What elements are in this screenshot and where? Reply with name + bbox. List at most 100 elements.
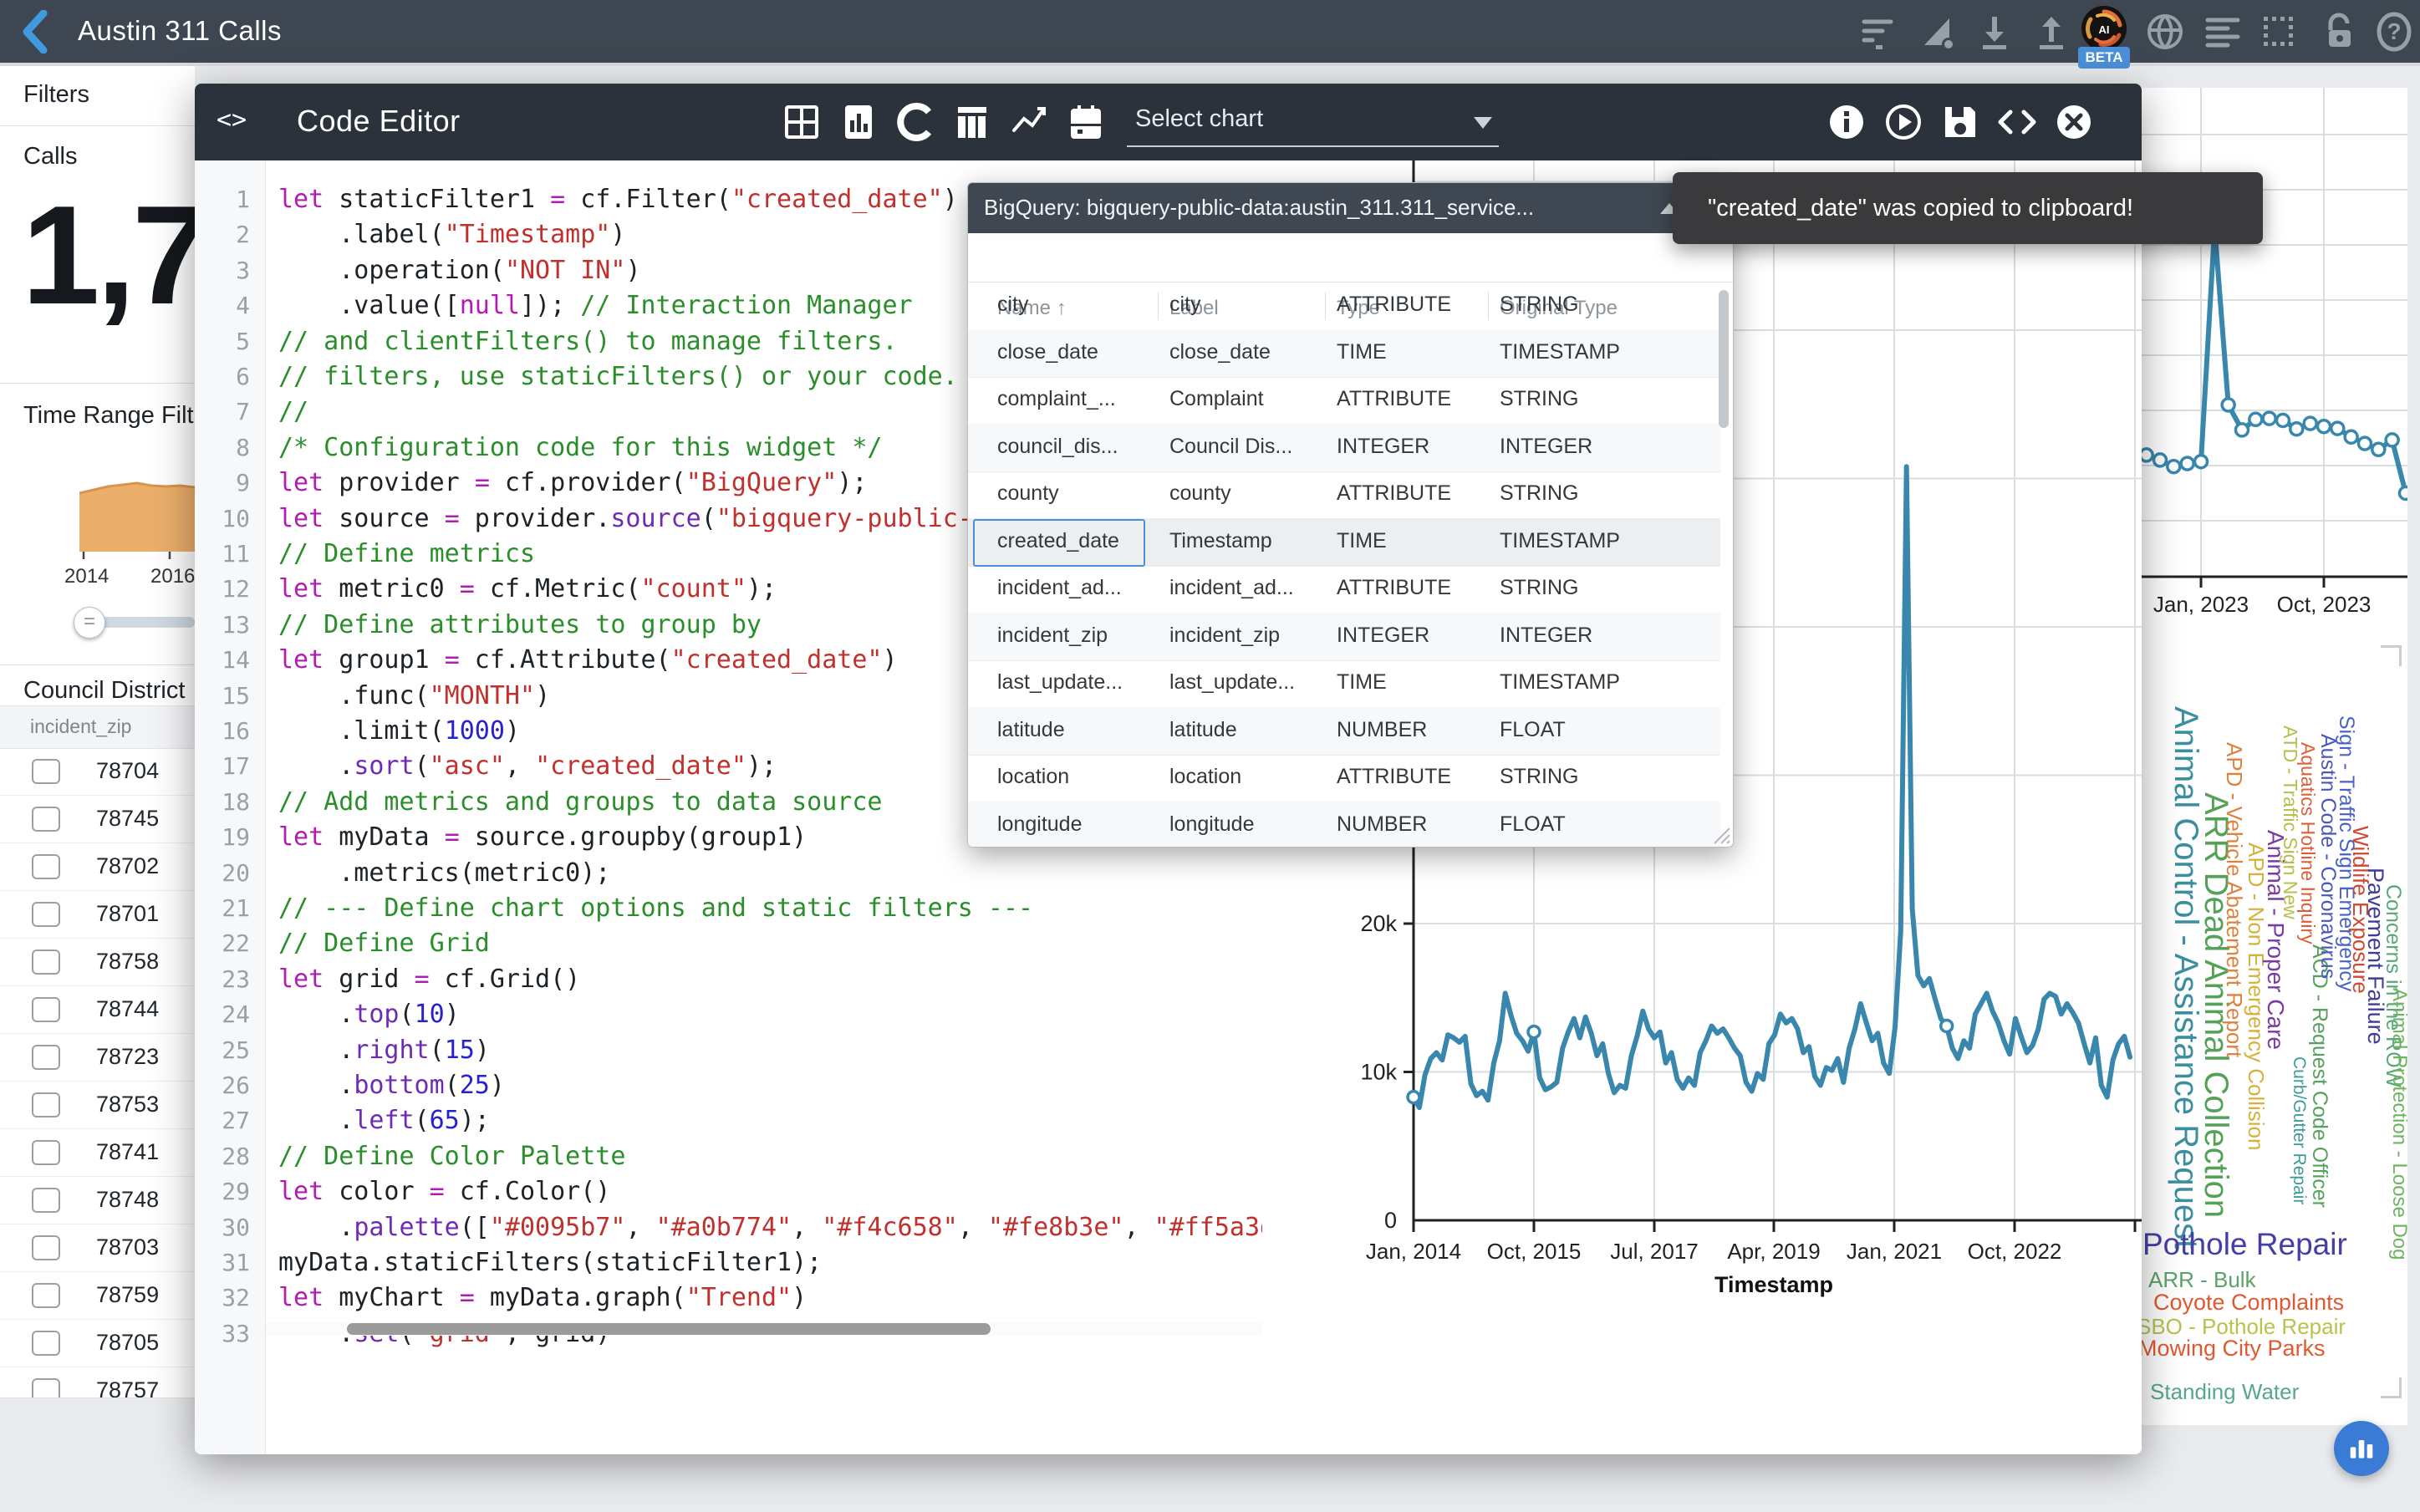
- field-row-longitude[interactable]: longitudelongitudeNUMBERFLOAT: [968, 802, 1720, 848]
- time-range-tick-2016: 2016: [150, 565, 195, 588]
- zip-row-78745[interactable]: 78745: [0, 795, 195, 843]
- line-number: 9: [195, 466, 250, 501]
- zip-row-78758[interactable]: 78758: [0, 938, 195, 986]
- checkbox[interactable]: [32, 1045, 60, 1070]
- ai-assistant-icon[interactable]: AI: [2081, 5, 2127, 52]
- field-row-county[interactable]: countycountyATTRIBUTESTRING: [968, 471, 1720, 519]
- columns-icon[interactable]: [952, 102, 992, 142]
- cloud-label: ARR - On Call Bulk: [2402, 1010, 2407, 1181]
- zip-row-78753[interactable]: 78753: [0, 1081, 195, 1129]
- zip-row-78748[interactable]: 78748: [0, 1176, 195, 1224]
- resize-handle[interactable]: [1709, 823, 1731, 845]
- checkbox[interactable]: [32, 807, 60, 832]
- zip-row-78705[interactable]: 78705: [0, 1319, 195, 1367]
- field-row-close_date[interactable]: close_dateclose_dateTIMETIMESTAMP: [968, 329, 1720, 378]
- info-icon[interactable]: [1826, 102, 1867, 142]
- checkbox[interactable]: [32, 1235, 60, 1260]
- line-number: 1: [195, 182, 250, 217]
- filter-icon[interactable]: [1857, 12, 1901, 52]
- zip-row-78703[interactable]: 78703: [0, 1224, 195, 1272]
- checkbox[interactable]: [32, 759, 60, 784]
- zip-row-78757[interactable]: 78757: [0, 1367, 195, 1398]
- field-row-incident_ad...[interactable]: incident_ad...incident_ad...ATTRIBUTESTR…: [968, 565, 1720, 613]
- close-icon[interactable]: [2054, 102, 2094, 142]
- time-range-area-chart[interactable]: [79, 475, 195, 567]
- field-cell: INTEGER: [1337, 435, 1429, 459]
- code-line: .limit(1000): [278, 714, 520, 749]
- zip-row-78741[interactable]: 78741: [0, 1128, 195, 1177]
- horizontal-scrollbar: [266, 1322, 1262, 1336]
- field-row-city[interactable]: citycityATTRIBUTESTRING: [968, 282, 1720, 330]
- checkbox[interactable]: [32, 854, 60, 879]
- globe-icon[interactable]: [2143, 12, 2187, 52]
- checkbox[interactable]: [32, 1188, 60, 1213]
- bar-chart-icon[interactable]: [838, 102, 879, 142]
- lock-icon[interactable]: [2317, 12, 2361, 52]
- scrollbar-thumb[interactable]: [347, 1323, 991, 1335]
- checkbox[interactable]: [32, 1283, 60, 1308]
- checkbox[interactable]: [32, 1092, 60, 1117]
- grid-dots-icon[interactable]: [2257, 12, 2300, 52]
- zip-row-78759[interactable]: 78759: [0, 1271, 195, 1320]
- fields-panel-header[interactable]: BigQuery: bigquery-public-data:austin_31…: [968, 183, 1733, 233]
- fields-scrollbar-thumb[interactable]: [1719, 290, 1729, 428]
- field-cell: INTEGER: [1500, 624, 1592, 648]
- field-row-latitude[interactable]: latitudelatitudeNUMBERFLOAT: [968, 707, 1720, 756]
- background-trend-chart[interactable]: Jan, 2023Oct, 2023: [2142, 88, 2407, 639]
- field-row-last_update...[interactable]: last_update...last_update...TIMETIMESTAM…: [968, 659, 1720, 708]
- field-cell: Timestamp: [1169, 529, 1272, 553]
- code-line: // filters, use staticFilters() or your …: [278, 359, 958, 395]
- field-cell: incident_ad...: [997, 576, 1122, 600]
- zip-label: 78748: [96, 1187, 159, 1213]
- field-row-incident_zip[interactable]: incident_zipincident_zipINTEGERINTEGER: [968, 613, 1720, 661]
- field-cell: TIMESTAMP: [1500, 670, 1620, 695]
- code-line: myData.staticFilters(staticFilter1);: [278, 1245, 822, 1280]
- trend-icon[interactable]: [1009, 102, 1049, 142]
- svg-text:20k: 20k: [1360, 911, 1397, 936]
- zip-row-78744[interactable]: 78744: [0, 985, 195, 1034]
- code-line: .left(65);: [278, 1103, 490, 1138]
- svg-text:Oct, 2023: Oct, 2023: [2277, 592, 2372, 617]
- checkbox[interactable]: [32, 902, 60, 927]
- upload-icon[interactable]: [2030, 12, 2073, 52]
- zip-label: 78745: [96, 806, 159, 832]
- field-row-created_date[interactable]: created_dateTimestampTIMETIMESTAMP: [968, 518, 1720, 567]
- calendar-icon[interactable]: [1066, 102, 1106, 142]
- checkbox[interactable]: [32, 1378, 60, 1398]
- field-row-location[interactable]: locationlocationATTRIBUTESTRING: [968, 754, 1720, 802]
- cloud-label: Mowing City Parks: [2142, 1336, 2326, 1362]
- back-icon[interactable]: [18, 10, 52, 53]
- pie-chart-icon[interactable]: [895, 102, 935, 142]
- run-icon[interactable]: [1883, 102, 1923, 142]
- field-row-complaint_...[interactable]: complaint_...ComplaintATTRIBUTESTRING: [968, 376, 1720, 425]
- add-widget-button[interactable]: [2334, 1421, 2389, 1476]
- field-row-council_dis...[interactable]: council_dis...Council Dis...INTEGERINTEG…: [968, 424, 1720, 472]
- checkbox[interactable]: [32, 997, 60, 1022]
- zip-row-78701[interactable]: 78701: [0, 890, 195, 939]
- checkbox[interactable]: [32, 1140, 60, 1165]
- checkbox[interactable]: [32, 949, 60, 975]
- list-icon[interactable]: [2201, 12, 2244, 52]
- time-range-slider-handle[interactable]: =: [74, 607, 105, 639]
- svg-text:Oct, 2015: Oct, 2015: [1487, 1239, 1582, 1264]
- checkbox[interactable]: [32, 1331, 60, 1356]
- zip-row-78702[interactable]: 78702: [0, 843, 195, 891]
- field-cell: latitude: [997, 718, 1065, 742]
- table-icon[interactable]: [782, 102, 822, 142]
- zip-column-header[interactable]: incident_zip: [0, 705, 195, 749]
- line-number: 19: [195, 820, 250, 855]
- zip-row-78704[interactable]: 78704: [0, 747, 195, 796]
- chart-settings-icon[interactable]: [1916, 12, 1959, 52]
- help-icon[interactable]: ?: [2372, 12, 2416, 52]
- line-number: 27: [195, 1103, 250, 1138]
- svg-text:Jan, 2021: Jan, 2021: [1847, 1239, 1942, 1264]
- zip-row-78723[interactable]: 78723: [0, 1033, 195, 1082]
- code-line: // --- Define chart options and static f…: [278, 891, 1033, 926]
- line-number: 4: [195, 288, 250, 323]
- download-icon[interactable]: [1973, 12, 2016, 52]
- select-chart-dropdown[interactable]: Select chart: [1127, 99, 1499, 147]
- code-line: // Define Color Palette: [278, 1139, 625, 1174]
- code-icon[interactable]: [1997, 102, 2037, 142]
- save-icon[interactable]: [1940, 102, 1980, 142]
- app-root: Austin 311 Calls AI: [0, 0, 2420, 1512]
